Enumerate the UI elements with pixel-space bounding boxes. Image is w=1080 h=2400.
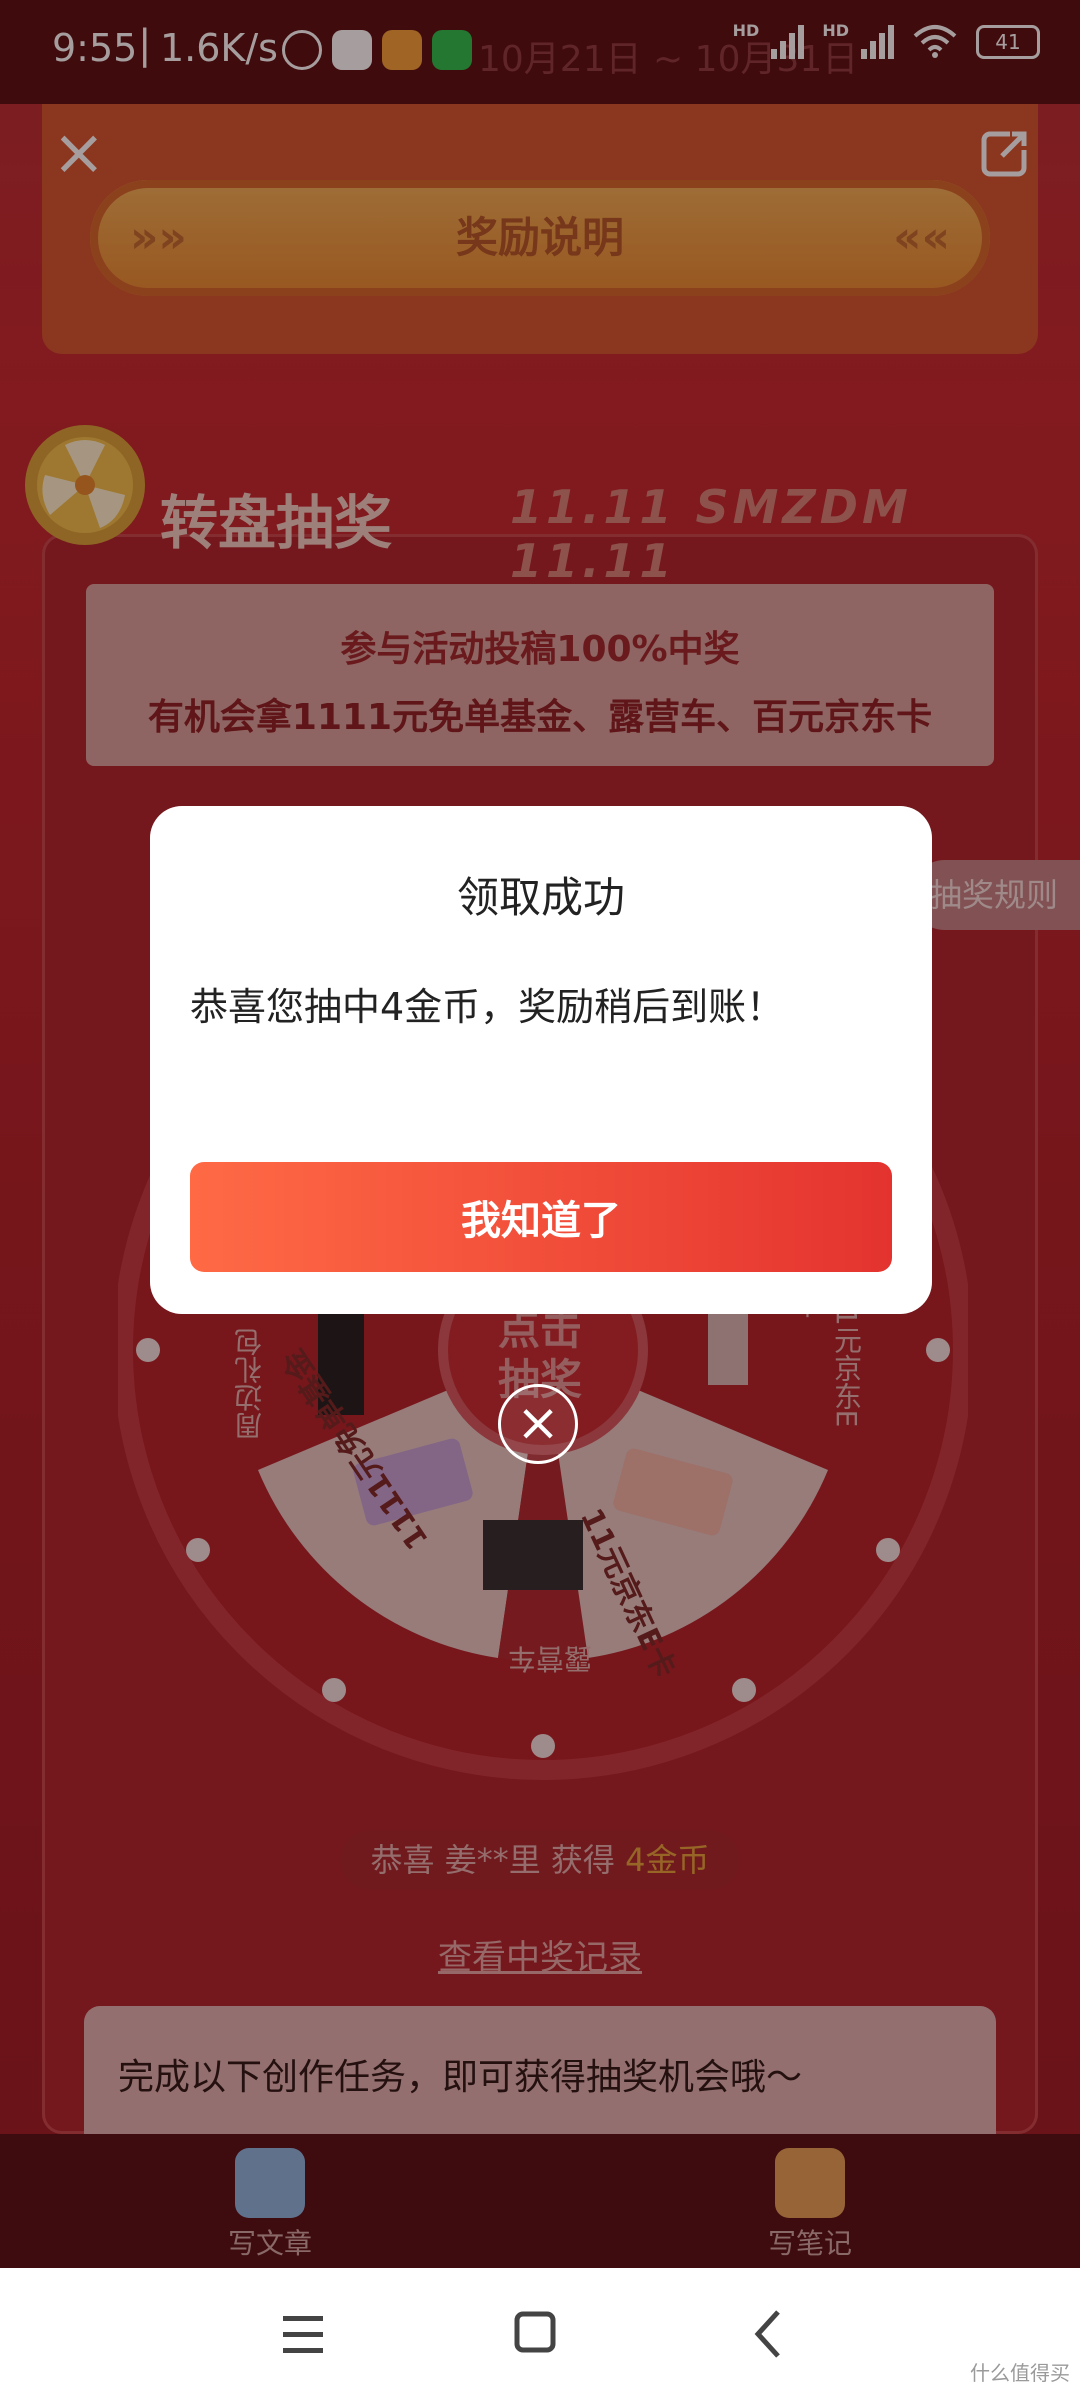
lottery-page: 9:55 | 1.6K/s 10月21日 ~ 10月31日 HD HD 41 »… [0, 0, 1080, 2400]
dialog-title: 领取成功 [456, 873, 625, 922]
watermark: 什么值得买 [970, 2361, 1070, 2385]
system-nav-bar: 什么值得买 [0, 2268, 1080, 2400]
confirm-button[interactable]: 我知道了 [190, 1162, 892, 1272]
dialog-close-icon[interactable]: × [498, 1384, 578, 1464]
home-icon[interactable] [475, 2268, 595, 2400]
back-icon[interactable] [710, 2268, 830, 2400]
success-dialog: 领取成功 恭喜您抽中4金币，奖励稍后到账！ 我知道了 [150, 806, 932, 1314]
menu-icon[interactable] [243, 2268, 363, 2400]
dialog-message: 恭喜您抽中4金币，奖励稍后到账！ [190, 985, 785, 1029]
